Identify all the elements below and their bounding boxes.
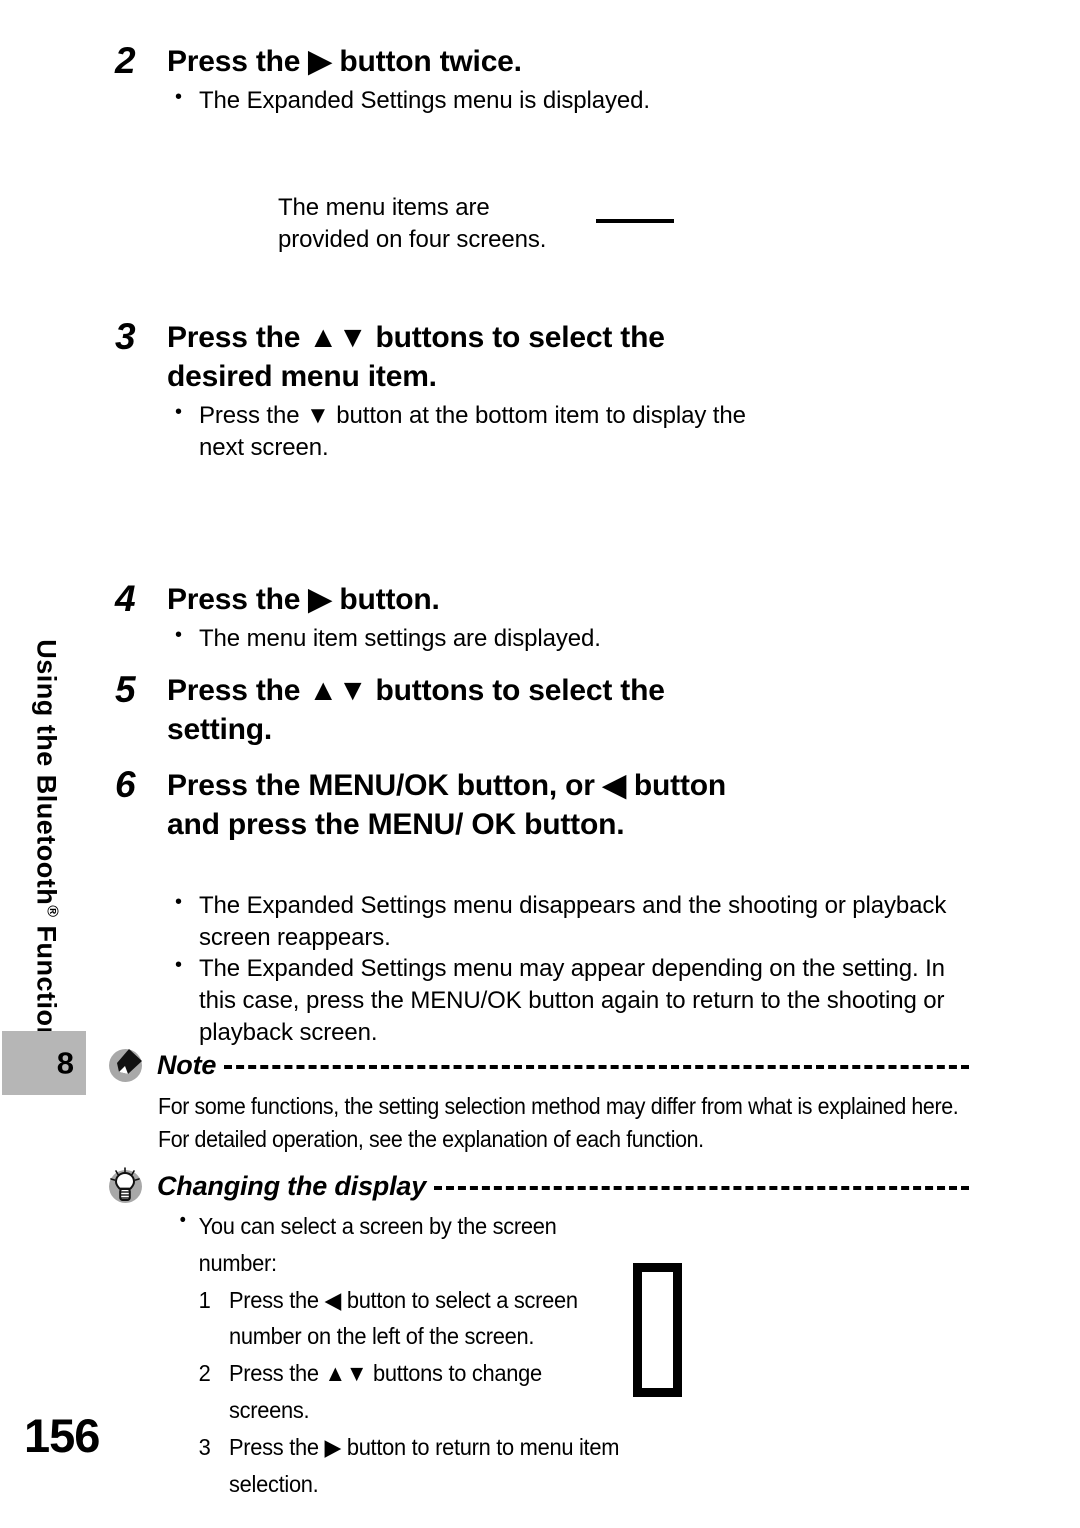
registered-mark: ® <box>43 905 61 918</box>
chapter-running-title-tail: Function <box>31 917 62 1044</box>
step-5-heading: Press the ▲▼ buttons to select the setti… <box>167 674 665 746</box>
step-3: 3 Press the ▲▼ buttons to select the des… <box>115 318 755 463</box>
manual-page: Using the Bluetooth® Function 8 156 2 Pr… <box>0 0 1080 1528</box>
numbered-item-index: 1 <box>198 1286 211 1313</box>
chapter-number-tab: 8 <box>2 1031 86 1095</box>
step-6-heading: Press the MENU/OK button, or ◀ button an… <box>167 769 726 841</box>
numbered-item-index: 2 <box>198 1360 211 1387</box>
note-body-line: For detailed operation, see the explanat… <box>158 1125 704 1152</box>
step-4-heading: Press the ▶ button. <box>167 583 440 616</box>
step-4-number: 4 <box>115 578 136 619</box>
tip-block-header: Changing the display <box>107 1167 969 1205</box>
step-3-number: 3 <box>115 316 136 357</box>
numbered-item-text: Press the ▶ button to return to menu ite… <box>229 1433 620 1497</box>
step-5-number: 5 <box>115 669 136 710</box>
numbered-item: 1 Press the ◀ button to select a screen … <box>172 1282 619 1356</box>
numbered-item-text: Press the ◀ button to select a screen nu… <box>229 1286 578 1350</box>
step-4: 4 Press the ▶ button. The menu item sett… <box>115 580 775 655</box>
step-3-heading: Press the ▲▼ buttons to select the desir… <box>167 321 665 393</box>
note-body-line: For some functions, the setting selectio… <box>158 1093 959 1119</box>
page-number: 156 <box>24 1409 100 1462</box>
pencil-note-icon <box>107 1046 145 1084</box>
step-2-heading: Press the ▶ button twice. <box>167 45 522 78</box>
chapter-number: 8 <box>56 1045 74 1081</box>
step-2: 2 Press the ▶ button twice. The Expanded… <box>115 42 755 117</box>
numbered-item-text: Press the ▲▼ buttons to change screens. <box>229 1360 542 1423</box>
step-6-bullets: The Expanded Settings menu disappears an… <box>167 889 987 1048</box>
step-6: 6 Press the MENU/OK button, or ◀ button … <box>115 766 755 844</box>
numbered-item: 2 Press the ▲▼ buttons to change screens… <box>172 1355 619 1429</box>
lightbulb-icon <box>107 1167 145 1205</box>
chapter-side-rail: Using the Bluetooth® Function <box>2 560 86 1100</box>
list-item: The Expanded Settings menu is displayed. <box>167 84 755 117</box>
list-item: The Expanded Settings menu disappears an… <box>167 889 987 953</box>
tip-body: You can select a screen by the screen nu… <box>172 1206 620 1502</box>
chapter-running-title: Using the Bluetooth® Function <box>31 564 62 1044</box>
step-6-number: 6 <box>115 764 136 805</box>
note-body: For some functions, the setting selectio… <box>158 1090 995 1155</box>
caption-leader-rule <box>596 219 674 223</box>
step-3-bullets: Press the ▼ button at the bottom item to… <box>167 399 755 463</box>
step-4-bullets: The menu item settings are displayed. <box>167 622 775 655</box>
step-5: 5 Press the ▲▼ buttons to select the set… <box>115 671 755 749</box>
numbered-item: 3 Press the ▶ button to return to menu i… <box>172 1429 709 1503</box>
step-2-bullets: The Expanded Settings menu is displayed. <box>167 84 755 117</box>
note-title: Note <box>157 1049 217 1080</box>
list-item: Press the ▼ button at the bottom item to… <box>167 399 755 463</box>
list-item: You can select a screen by the screen nu… <box>172 1206 619 1282</box>
tip-title: Changing the display <box>157 1170 427 1201</box>
note-block-header: Note <box>107 1046 969 1084</box>
chapter-running-title-text: Using the Bluetooth <box>31 639 62 906</box>
list-item: The menu item settings are displayed. <box>167 622 775 655</box>
note-divider <box>224 1065 969 1069</box>
screen-illustration-figure <box>633 1263 682 1397</box>
menu-screens-caption: The menu items are provided on four scre… <box>278 194 547 254</box>
tip-divider <box>434 1186 969 1190</box>
numbered-item-index: 3 <box>198 1433 211 1460</box>
step-2-number: 2 <box>115 40 136 81</box>
list-item: The Expanded Settings menu may appear de… <box>167 952 987 1048</box>
